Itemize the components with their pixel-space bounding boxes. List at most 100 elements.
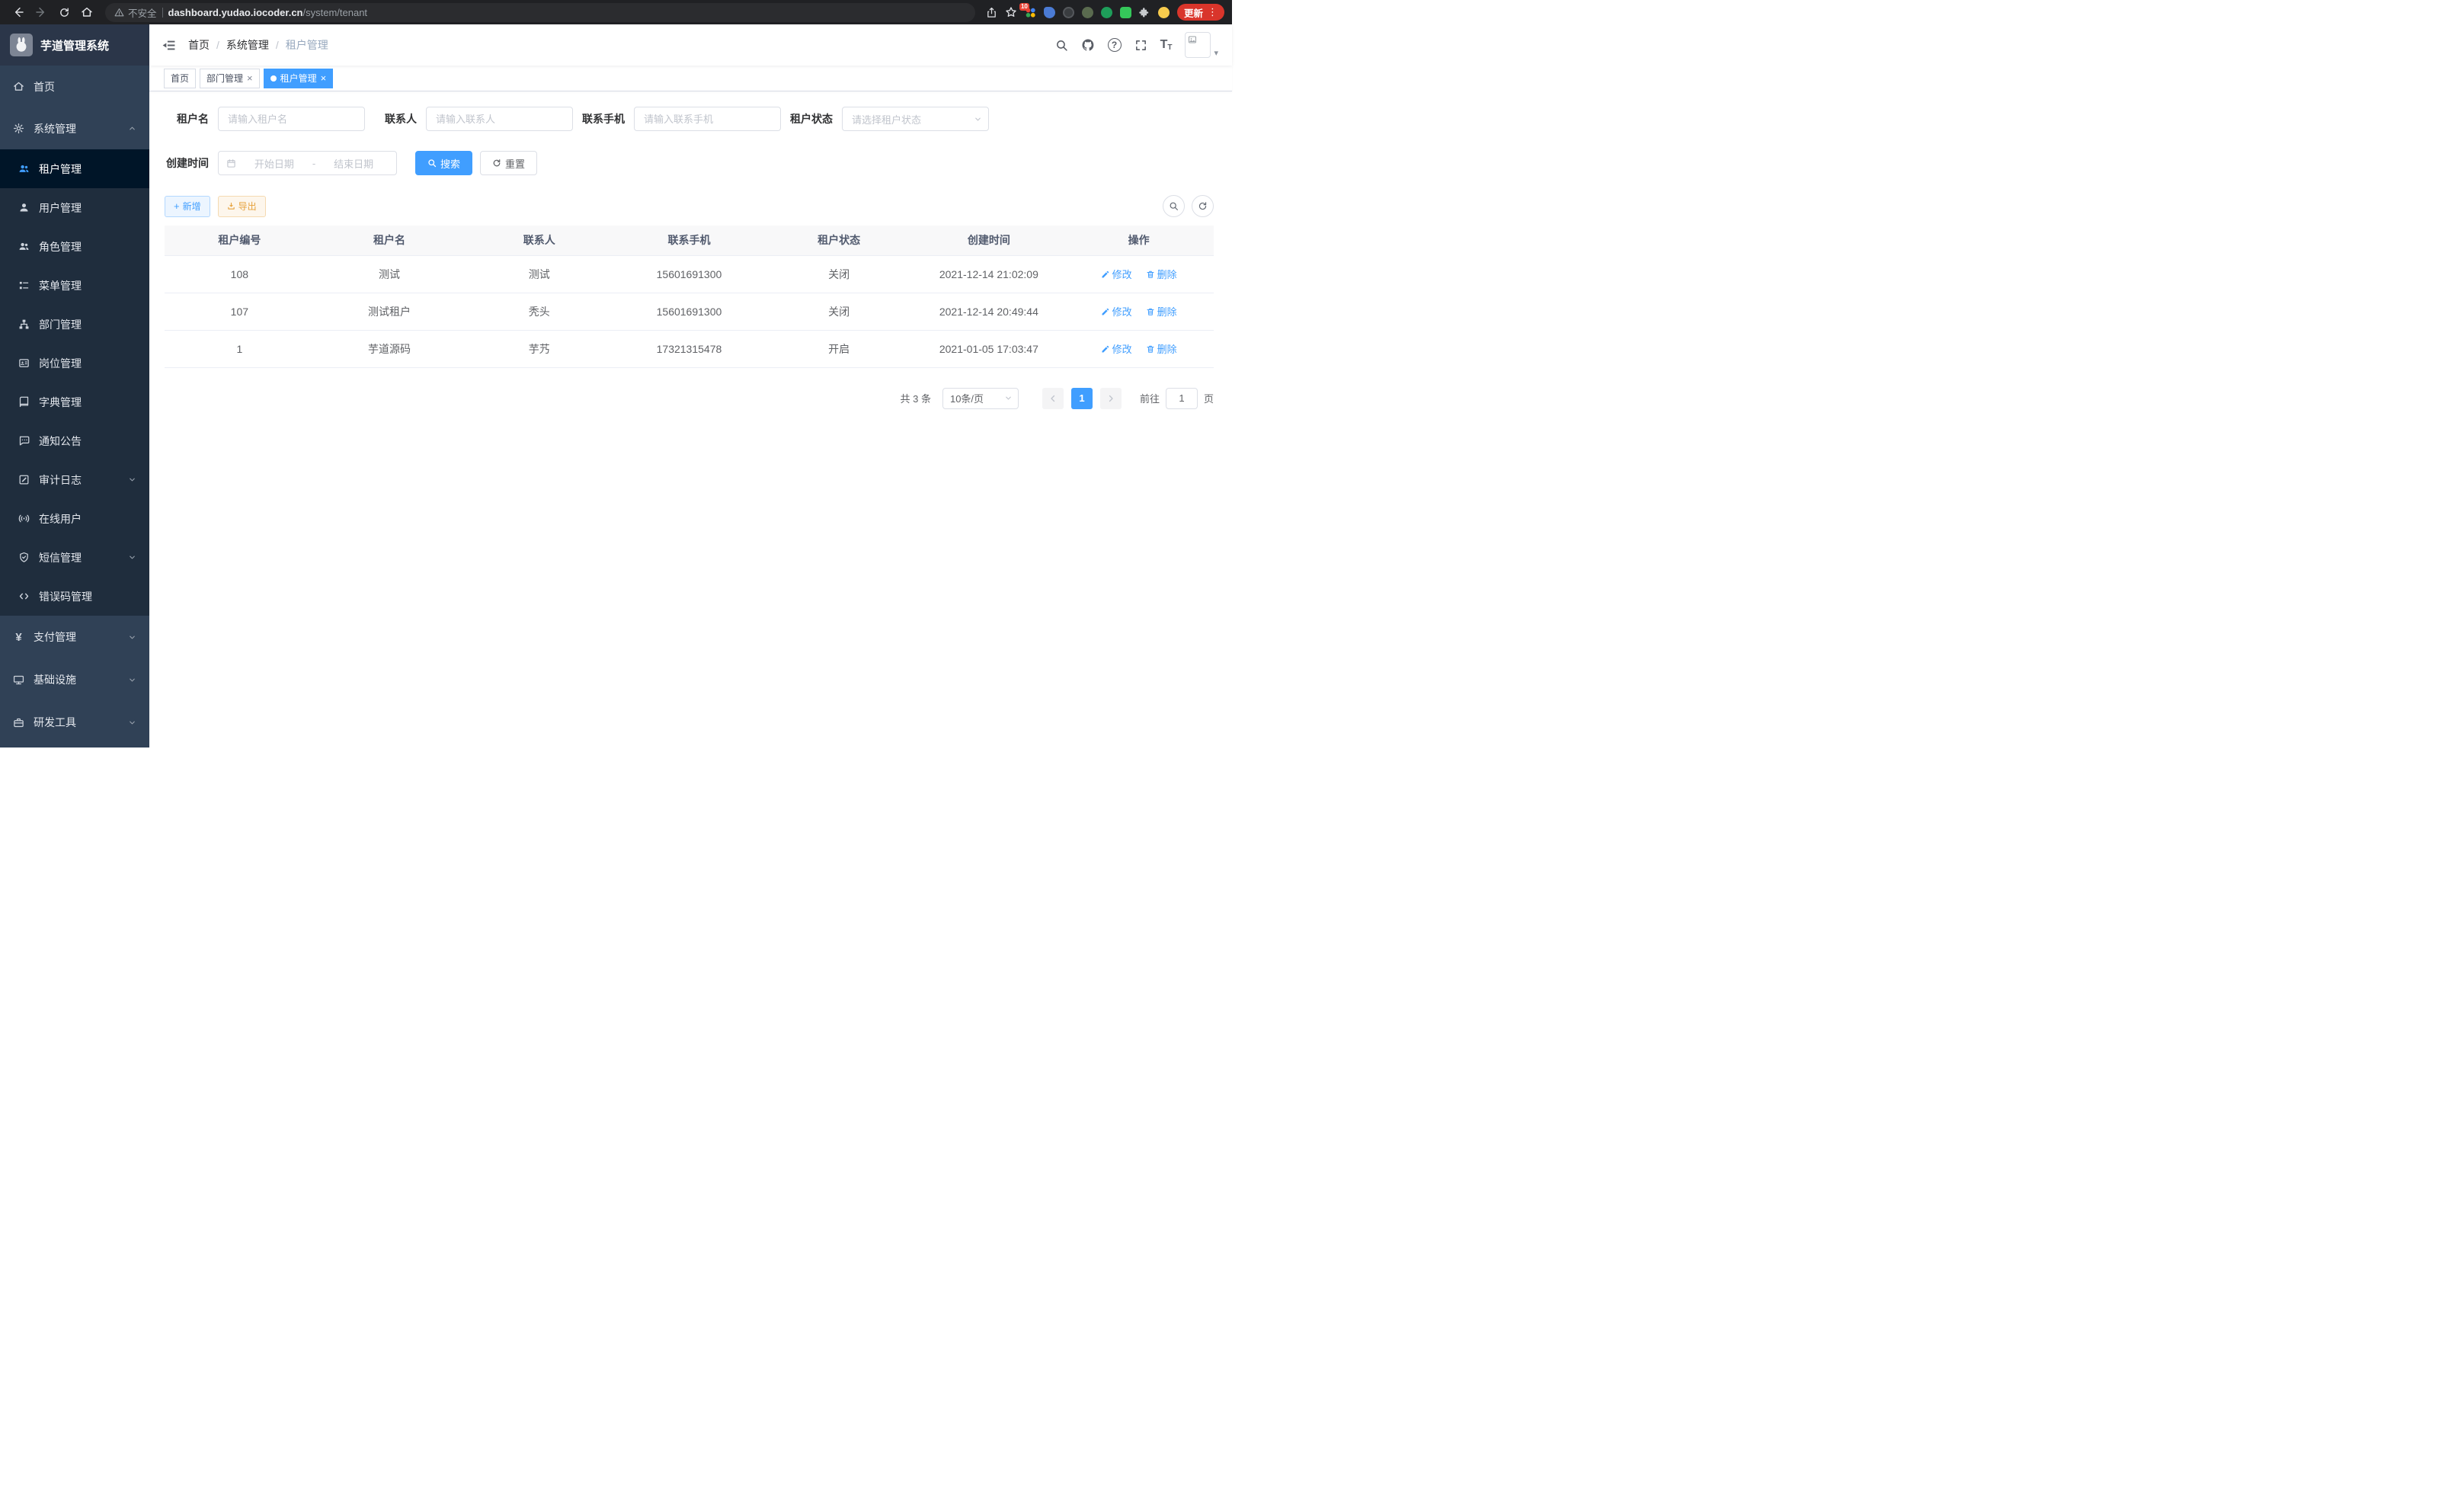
sidebar-item-system[interactable]: 系统管理: [0, 107, 149, 149]
edit-link[interactable]: 修改: [1101, 341, 1132, 356]
edit-link-label: 修改: [1112, 341, 1132, 356]
user-avatar[interactable]: ▾: [1185, 32, 1218, 58]
cell-actions: 修改删除: [1064, 293, 1214, 330]
plus-icon: +: [174, 201, 180, 211]
bookmark-star-icon[interactable]: [1005, 6, 1017, 18]
delete-link[interactable]: 删除: [1146, 341, 1177, 356]
create-time-label: 创建时间: [165, 155, 209, 171]
font-size-icon[interactable]: TT: [1160, 38, 1173, 52]
refresh-table-button[interactable]: [1192, 195, 1214, 217]
reset-button[interactable]: 重置: [480, 151, 537, 175]
extension-blue-icon[interactable]: [1044, 7, 1055, 18]
sidebar-fold-icon[interactable]: [162, 38, 176, 53]
sidebar-item-label: 部门管理: [39, 317, 82, 332]
sidebar-item-role[interactable]: 角色管理: [0, 227, 149, 266]
sidebar-item-home[interactable]: 首页: [0, 66, 149, 107]
delete-link[interactable]: 删除: [1146, 267, 1177, 281]
browser-reload-button[interactable]: [53, 2, 75, 23]
extension-dark-icon[interactable]: [1063, 7, 1074, 18]
sidebar-item-label: 菜单管理: [39, 278, 82, 293]
sidebar-item-menu[interactable]: 菜单管理: [0, 266, 149, 305]
next-page-button[interactable]: [1100, 388, 1122, 409]
tab-home[interactable]: 首页: [164, 69, 196, 88]
browser-home-button[interactable]: [76, 2, 98, 23]
tab-dept[interactable]: 部门管理 ×: [200, 69, 260, 88]
sidebar-item-label: 字典管理: [39, 395, 82, 410]
extension-green-circle-icon[interactable]: [1101, 7, 1112, 18]
sidebar-item-error-code[interactable]: 错误码管理: [0, 577, 149, 616]
search-button[interactable]: 搜索: [415, 151, 472, 175]
toggle-search-button[interactable]: [1163, 195, 1185, 217]
edit-link[interactable]: 修改: [1101, 304, 1132, 319]
share-icon[interactable]: [986, 7, 997, 18]
fullscreen-icon[interactable]: [1134, 39, 1147, 52]
sidebar-item-post[interactable]: 岗位管理: [0, 344, 149, 383]
update-button[interactable]: 更新 ⋮: [1177, 4, 1224, 21]
search-icon: [427, 158, 437, 168]
edit-link[interactable]: 修改: [1101, 267, 1132, 281]
app-title: 芋道管理系统: [40, 37, 109, 53]
org-tree-icon: [18, 319, 30, 330]
sidebar-item-label: 用户管理: [39, 200, 82, 216]
sidebar-item-tenant[interactable]: 租户管理: [0, 149, 149, 188]
trash-icon: [1146, 344, 1155, 354]
cell-tenant-id: 107: [165, 293, 315, 330]
address-bar[interactable]: 不安全 dashboard.yudao.iocoder.cn/system/te…: [105, 3, 975, 22]
close-icon[interactable]: ×: [247, 73, 253, 83]
filter-phone: 联系手机: [581, 107, 781, 131]
header-search-icon[interactable]: [1055, 39, 1068, 52]
phone-input[interactable]: [634, 107, 781, 131]
tab-tenant[interactable]: 租户管理 ×: [264, 69, 334, 88]
sidebar-logo[interactable]: 芋道管理系统: [0, 24, 149, 66]
goto-label: 前往: [1140, 391, 1160, 405]
status-select[interactable]: 请选择租户状态: [842, 107, 989, 131]
sidebar-item-sms[interactable]: 短信管理: [0, 538, 149, 577]
tenant-table: 租户编号 租户名 联系人 联系手机 租户状态 创建时间 操作 108 测试: [165, 226, 1214, 368]
cell-actions: 修改删除: [1064, 330, 1214, 367]
browser-menu-icon[interactable]: ⋮: [1208, 6, 1218, 18]
puzzle-extensions-icon[interactable]: [1139, 7, 1150, 18]
chevron-up-icon: [128, 124, 136, 133]
security-warning[interactable]: 不安全: [114, 5, 157, 20]
date-end-placeholder[interactable]: 结束日期: [318, 156, 389, 171]
goto-page-input[interactable]: [1166, 388, 1198, 409]
date-start-placeholder[interactable]: 开始日期: [239, 156, 309, 171]
tenant-name-input[interactable]: [218, 107, 365, 131]
prev-page-button[interactable]: [1042, 388, 1064, 409]
chevron-down-icon: [128, 676, 136, 684]
sidebar-item-audit-log[interactable]: 审计日志: [0, 460, 149, 499]
export-button[interactable]: 导出: [218, 196, 266, 217]
tab-label: 租户管理: [280, 72, 317, 85]
cell-phone: 17321315478: [614, 330, 764, 367]
extension-chat-icon[interactable]: [1120, 7, 1131, 18]
breadcrumb-system[interactable]: 系统管理: [226, 37, 269, 53]
sidebar-item-dept[interactable]: 部门管理: [0, 305, 149, 344]
table-row: 1 芋道源码 芋艿 17321315478 开启 2021-01-05 17:0…: [165, 330, 1214, 367]
page-size-select[interactable]: 10条/页: [942, 388, 1019, 409]
browser-forward-button[interactable]: [30, 2, 52, 23]
breadcrumb-home[interactable]: 首页: [188, 37, 210, 53]
github-icon[interactable]: [1081, 38, 1095, 52]
add-button[interactable]: + 新增: [165, 196, 210, 217]
extension-dots-icon[interactable]: 10: [1025, 7, 1036, 18]
sidebar-item-dev-tools[interactable]: 研发工具: [0, 701, 149, 744]
delete-link[interactable]: 删除: [1146, 304, 1177, 319]
close-icon[interactable]: ×: [321, 73, 327, 83]
chevron-down-icon: [1004, 394, 1013, 402]
extension-olive-icon[interactable]: [1082, 7, 1093, 18]
sidebar-item-user[interactable]: 用户管理: [0, 188, 149, 227]
sidebar-item-online-users[interactable]: 在线用户: [0, 499, 149, 538]
sidebar-item-dict[interactable]: 字典管理: [0, 383, 149, 421]
cell-tenant-name: 芋道源码: [315, 330, 465, 367]
sidebar-item-payment[interactable]: ¥ 支付管理: [0, 616, 149, 658]
breadcrumb-separator: /: [216, 39, 219, 51]
pencil-icon: [1101, 344, 1110, 354]
sidebar-item-notice[interactable]: 通知公告: [0, 421, 149, 460]
page-number-1[interactable]: 1: [1071, 388, 1093, 409]
date-range-picker[interactable]: 开始日期 - 结束日期: [218, 151, 397, 175]
contact-input[interactable]: [426, 107, 573, 131]
browser-back-button[interactable]: [8, 2, 29, 23]
sidebar-item-infrastructure[interactable]: 基础设施: [0, 658, 149, 701]
help-icon[interactable]: ?: [1108, 38, 1122, 52]
profile-avatar-icon[interactable]: [1158, 7, 1170, 18]
